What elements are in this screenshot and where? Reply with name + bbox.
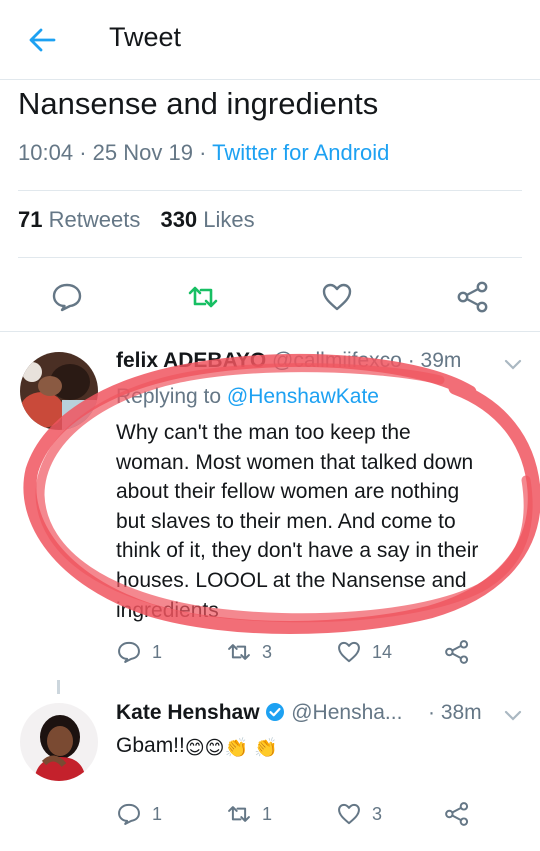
tweet-text: Nansense and ingredients — [18, 86, 379, 121]
tweet-actions — [0, 270, 540, 320]
likes-label: Likes — [203, 207, 255, 232]
like-count: 3 — [372, 803, 383, 824]
retweet-button[interactable]: 1 — [226, 799, 272, 829]
likes-stat[interactable]: 330 Likes — [160, 207, 254, 232]
likes-count: 330 — [160, 207, 198, 232]
arrow-left-icon[interactable] — [26, 24, 58, 56]
share-icon — [445, 640, 469, 664]
reply-button[interactable]: 1 — [116, 799, 162, 829]
tweet-date: 25 Nov 19 — [92, 140, 193, 165]
reply-time: · 39m — [407, 349, 462, 372]
author-handle[interactable]: @callmiifexco — [272, 349, 402, 372]
reply-text-line: think of it, they don't have a say in th… — [116, 539, 479, 563]
reply-text: Why can't the man too keep the woman. Mo… — [116, 418, 478, 625]
reply-icon[interactable] — [50, 280, 84, 314]
reply-text: Gbam!!😊😊👏 👏 — [116, 731, 278, 764]
smiling-emoji: 😊 — [204, 738, 225, 759]
divider — [18, 257, 522, 258]
meta-separator: · — [79, 140, 87, 165]
share-button[interactable] — [444, 799, 480, 829]
tweet-time: 10:04 — [18, 140, 74, 165]
retweet-icon[interactable] — [186, 280, 220, 314]
share-icon[interactable] — [456, 280, 490, 314]
chevron-down-icon[interactable] — [503, 358, 523, 372]
retweet-icon — [228, 644, 250, 660]
retweet-count: 3 — [262, 641, 273, 662]
reply-text-line: but slaves to their men. And come to — [116, 509, 456, 533]
share-icon — [445, 802, 469, 826]
reply-text-content: Gbam!! — [116, 734, 185, 757]
avatar[interactable] — [20, 352, 98, 430]
clapping-emoji: 👏 — [224, 738, 249, 759]
top-bar: Tweet — [0, 0, 540, 80]
divider — [18, 190, 522, 191]
meta-separator: · — [199, 140, 207, 165]
clapping-emoji: 👏 — [254, 738, 278, 759]
author-name[interactable]: felix ADEBAYO — [116, 349, 266, 372]
avatar[interactable] — [20, 703, 98, 781]
like-count: 14 — [372, 641, 393, 662]
retweet-button[interactable]: 3 — [226, 637, 272, 667]
author-handle[interactable]: @Hensha... — [291, 701, 402, 724]
tweet-stats: 71 Retweets 330 Likes — [18, 207, 255, 233]
like-heart-icon — [338, 641, 360, 663]
replying-prefix: Replying to — [116, 385, 222, 408]
like-button[interactable]: 14 — [336, 637, 392, 667]
author-name[interactable]: Kate Henshaw — [116, 701, 260, 724]
page-title: Tweet — [109, 22, 182, 52]
chevron-down-icon[interactable] — [503, 709, 523, 723]
reply-count: 1 — [152, 803, 163, 824]
retweet-count: 1 — [262, 803, 273, 824]
reply-button[interactable]: 1 — [116, 637, 162, 667]
retweets-stat[interactable]: 71 Retweets — [18, 207, 140, 232]
reply-text-line: Why can't the man too keep the — [116, 421, 411, 444]
retweets-count: 71 — [18, 207, 43, 232]
reply-icon — [118, 641, 140, 663]
retweets-label: Retweets — [48, 207, 141, 232]
replying-to-handle[interactable]: @HenshawKate — [227, 385, 379, 408]
like-heart-icon — [338, 803, 360, 825]
like-button[interactable]: 3 — [336, 799, 382, 829]
tweet-meta: 10:04 · 25 Nov 19 · Twitter for Android — [18, 140, 389, 166]
tweet-source-link[interactable]: Twitter for Android — [212, 140, 389, 165]
reply-time: · 38m — [428, 701, 482, 724]
reply-text-line: houses. LOOOL at the Nansense and — [116, 568, 467, 592]
reply-header: Kate Henshaw @Hensha... — [116, 701, 402, 725]
smiling-emoji: 😊 — [184, 738, 205, 759]
reply-count: 1 — [152, 641, 163, 662]
avatar-photo — [20, 703, 98, 781]
reply-icon — [118, 803, 140, 825]
reply-text-line: ingredients — [116, 598, 219, 622]
reply-header: felix ADEBAYO @callmiifexco · 39m — [116, 349, 461, 373]
avatar-photo — [20, 352, 98, 430]
reply-text-line: about their fellow women are nothing — [116, 480, 460, 504]
share-button[interactable] — [444, 637, 480, 667]
replying-to: Replying to @HenshawKate — [116, 385, 379, 409]
reply-text-line: woman. Most women that talked down — [116, 450, 474, 474]
verified-badge-icon — [266, 703, 285, 721]
section-divider — [0, 331, 540, 332]
thread-connector — [57, 680, 60, 694]
like-heart-icon[interactable] — [320, 280, 354, 314]
retweet-icon — [228, 806, 250, 822]
